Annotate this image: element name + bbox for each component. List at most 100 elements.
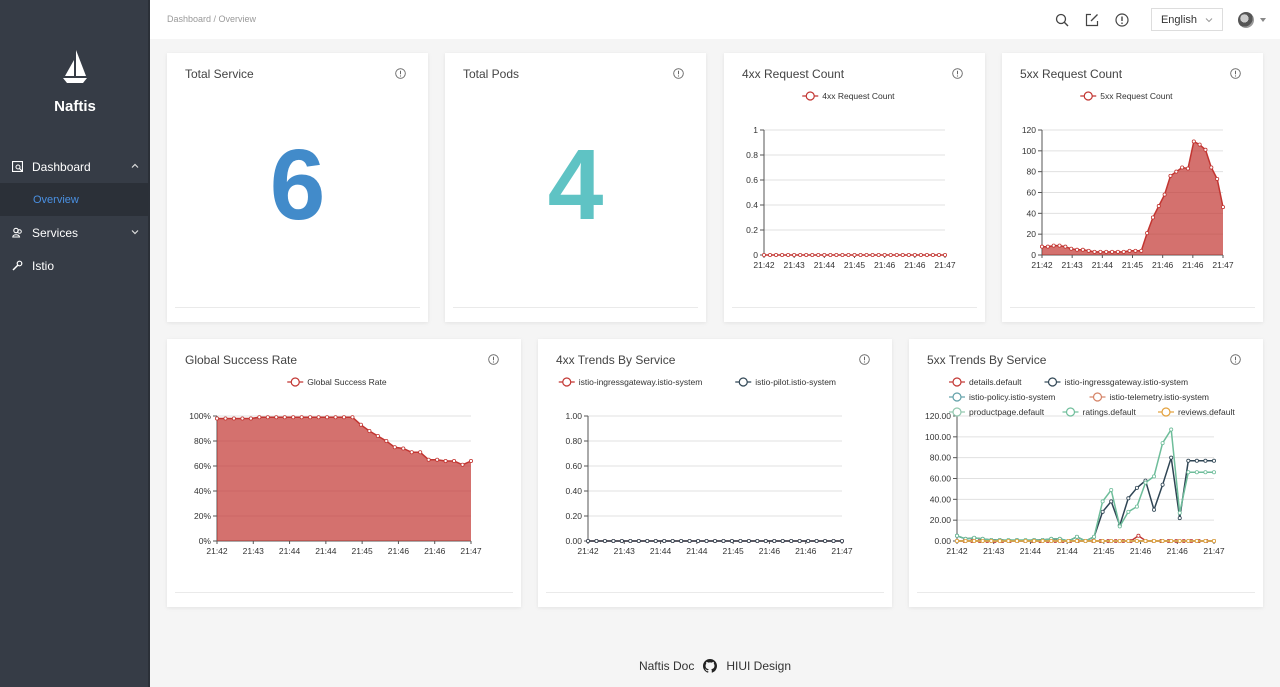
services-icon bbox=[11, 227, 23, 239]
data-point bbox=[1117, 524, 1122, 529]
data-point bbox=[1057, 538, 1062, 543]
legend-label: 5xx Request Count bbox=[1100, 91, 1173, 101]
data-point bbox=[1104, 249, 1109, 254]
data-point bbox=[989, 538, 994, 543]
user-avatar[interactable] bbox=[1238, 11, 1254, 28]
info-icon[interactable] bbox=[1115, 12, 1129, 27]
x-tick-label: 21:43 bbox=[784, 260, 806, 270]
data-point bbox=[1177, 538, 1182, 543]
legend-swatch-marker bbox=[562, 377, 572, 387]
x-tick-label: 21:42 bbox=[577, 546, 599, 556]
data-point bbox=[755, 538, 760, 543]
data-point bbox=[1186, 458, 1191, 463]
data-point bbox=[291, 415, 296, 420]
data-point bbox=[325, 415, 330, 420]
logo[interactable]: Naftis bbox=[0, 48, 150, 115]
sidebar-item-dashboard[interactable]: Dashboard bbox=[0, 150, 148, 183]
data-point bbox=[1040, 538, 1045, 543]
x-tick-label: 21:44 bbox=[814, 260, 836, 270]
data-point bbox=[980, 538, 985, 543]
legend-label: istio-policy.istio-system bbox=[969, 392, 1055, 402]
data-point bbox=[1220, 205, 1225, 210]
y-tick-label: 1.00 bbox=[565, 411, 582, 421]
data-point bbox=[426, 457, 431, 462]
data-point bbox=[1126, 496, 1131, 501]
hiui-design-link[interactable]: HIUI Design bbox=[726, 659, 791, 673]
sidebar-item-istio[interactable]: Istio bbox=[0, 249, 148, 282]
x-tick-label: 21:46 bbox=[388, 546, 410, 556]
data-point bbox=[780, 538, 785, 543]
data-point bbox=[1134, 485, 1139, 490]
data-point bbox=[460, 462, 465, 467]
x-tick-label: 21:46 bbox=[904, 260, 926, 270]
data-point bbox=[1211, 458, 1216, 463]
data-point bbox=[265, 415, 270, 420]
y-tick-label: 100.00 bbox=[925, 432, 951, 442]
card-5xx-trends-by-service: 5xx Trends By Service 0.00 20.00 40.00 60.0… bbox=[909, 339, 1263, 607]
legend-item: 5xx Request Count bbox=[1080, 91, 1173, 101]
data-point bbox=[1180, 165, 1185, 170]
data-point bbox=[611, 538, 616, 543]
card-divider bbox=[175, 307, 420, 308]
data-point bbox=[662, 538, 667, 543]
data-point bbox=[670, 538, 675, 543]
data-point bbox=[738, 538, 743, 543]
y-tick-label: 20.00 bbox=[930, 515, 952, 525]
naftis-doc-link[interactable]: Naftis Doc bbox=[639, 659, 694, 673]
data-point bbox=[912, 252, 917, 257]
search-icon[interactable] bbox=[1055, 13, 1069, 27]
data-point bbox=[1092, 249, 1097, 254]
data-point bbox=[1109, 487, 1114, 492]
legend-item: istio-ingressgateway.istio-system bbox=[1044, 377, 1188, 387]
data-point bbox=[1049, 538, 1054, 543]
card-4xx-trends-by-service: 4xx Trends By Service 0.00 0.20 0.40 0.60 0.… bbox=[538, 339, 892, 607]
data-point bbox=[1006, 538, 1011, 543]
sidebar: Naftis Dashboard Overview Services Istio bbox=[0, 0, 150, 687]
data-point bbox=[1023, 538, 1028, 543]
data-point bbox=[409, 450, 414, 455]
data-point bbox=[798, 252, 803, 257]
data-point bbox=[1160, 482, 1165, 487]
y-tick-label: 1 bbox=[753, 125, 758, 135]
github-icon[interactable] bbox=[703, 659, 718, 673]
data-point bbox=[888, 252, 893, 257]
x-tick-label: 21:46 bbox=[1130, 546, 1152, 556]
language-value: English bbox=[1160, 13, 1198, 26]
data-point bbox=[963, 538, 968, 543]
data-point bbox=[1014, 538, 1019, 543]
data-point bbox=[696, 538, 701, 543]
y-tick-label: 0% bbox=[199, 536, 212, 546]
legend-swatch-marker bbox=[1161, 407, 1171, 417]
y-tick-label: 0 bbox=[753, 250, 758, 260]
legend-label: ratings.default bbox=[1083, 407, 1137, 417]
language-select[interactable]: English bbox=[1151, 8, 1223, 31]
edit-icon[interactable] bbox=[1085, 13, 1099, 27]
x-tick-label: 21:44 bbox=[1057, 546, 1079, 556]
card-4xx-request-count: 4xx Request Count 0 0.2 0.4 0.6 0.8 1 21:42 21:… bbox=[724, 53, 985, 322]
data-point bbox=[828, 252, 833, 257]
data-point bbox=[762, 252, 767, 257]
legend-item: 4xx Request Count bbox=[802, 91, 895, 101]
data-point bbox=[1186, 470, 1191, 475]
sidebar-item-services[interactable]: Services bbox=[0, 216, 148, 249]
info-icon[interactable] bbox=[395, 68, 406, 79]
caret-down-icon[interactable] bbox=[1260, 17, 1266, 22]
sidebar-item-overview[interactable]: Overview bbox=[0, 183, 148, 216]
data-point bbox=[1177, 510, 1182, 515]
legend-swatch-marker bbox=[1047, 377, 1058, 387]
data-point bbox=[955, 533, 960, 538]
x-tick-label: 21:47 bbox=[831, 546, 853, 556]
data-point bbox=[1115, 249, 1120, 254]
data-point bbox=[746, 538, 751, 543]
info-icon[interactable] bbox=[673, 68, 684, 79]
data-point bbox=[1160, 538, 1165, 543]
card-title: Total Service bbox=[185, 67, 254, 81]
chart-5xx-request-count: 0 20 40 60 80 100 120 21:42 21:43 21:44 21:45 21:46… bbox=[1022, 91, 1234, 270]
data-point bbox=[231, 416, 236, 421]
data-point bbox=[1160, 441, 1165, 446]
legend-item: istio-ingressgateway.istio-system bbox=[558, 377, 702, 387]
data-point bbox=[1209, 165, 1214, 170]
x-tick-label: 21:44 bbox=[1092, 260, 1114, 270]
y-tick-label: 60% bbox=[194, 461, 211, 471]
chart-4xx-trends-by-service: 0.00 0.20 0.40 0.60 0.80 1.00 21:42 21:43 21:44 2… bbox=[558, 377, 853, 556]
